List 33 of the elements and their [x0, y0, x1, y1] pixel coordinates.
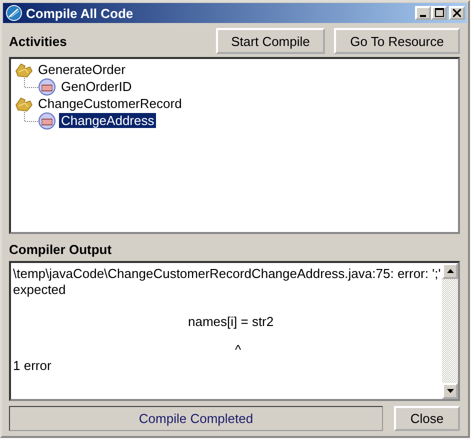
- action-button[interactable]: Start Compile: [216, 28, 325, 54]
- output-line: ^: [234, 342, 242, 358]
- up-arrow-icon: [446, 269, 454, 273]
- close-dialog-button[interactable]: Close: [394, 406, 460, 431]
- output-line: 1 error: [13, 358, 52, 374]
- minimize-button[interactable]: [415, 6, 431, 20]
- compiler-output-label: Compiler Output: [9, 242, 113, 257]
- tree-connector: [24, 112, 39, 122]
- action-button[interactable]: Go To Resource: [334, 28, 460, 54]
- maximize-icon: [434, 8, 444, 17]
- maximize-button[interactable]: [431, 6, 447, 20]
- app-icon: [6, 5, 22, 21]
- tree-item[interactable]: GenerateOrder: [36, 62, 128, 77]
- window-title: Compile All Code: [26, 6, 134, 20]
- folder-icon: [15, 62, 33, 78]
- activity-icon: [38, 78, 56, 96]
- close-icon: [453, 8, 461, 16]
- minimize-icon: [420, 15, 426, 17]
- close-button[interactable]: [449, 6, 465, 20]
- status-bar: Compile Completed: [9, 406, 383, 431]
- activities-label: Activities: [9, 34, 67, 48]
- tree-item[interactable]: GenOrderID: [59, 79, 134, 94]
- scroll-down-button[interactable]: [442, 383, 458, 399]
- output-line: \temp\javaCode\ChangeCustomerRecordChangeAddress.java:75: error: ';' expected: [13, 266, 442, 298]
- tree-item[interactable]: ChangeCustomerRecord: [36, 96, 184, 111]
- output-line: names[i] = str2: [187, 314, 275, 330]
- scrollbar[interactable]: [442, 263, 458, 399]
- tree-connector: [24, 78, 39, 88]
- down-arrow-icon: [446, 389, 454, 393]
- activity-icon: [38, 112, 56, 130]
- tree-item[interactable]: ChangeAddress: [59, 113, 156, 128]
- folder-icon: [15, 96, 33, 112]
- scroll-up-button[interactable]: [442, 263, 458, 279]
